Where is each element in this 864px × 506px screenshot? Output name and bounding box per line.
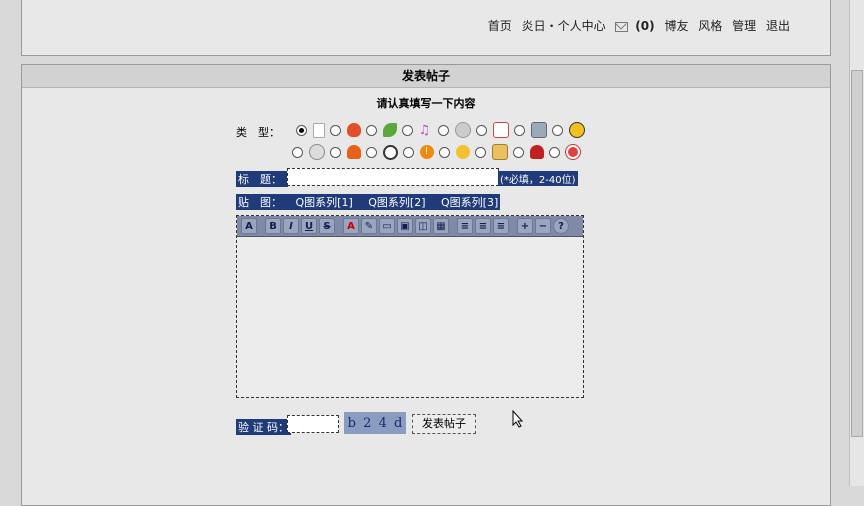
image-link-1[interactable]: Q图系列[1] <box>296 196 353 209</box>
cd-icon <box>454 122 471 138</box>
help-button[interactable]: ? <box>553 218 569 234</box>
play-icon <box>308 144 325 160</box>
vertical-scrollbar[interactable] <box>849 0 864 486</box>
exclamation-icon: ! <box>419 145 434 159</box>
radiation-icon <box>568 122 585 138</box>
editor-text-area[interactable] <box>237 237 583 397</box>
card-icon <box>492 122 509 138</box>
insert-media-button[interactable]: ◫ <box>415 218 431 234</box>
image-label-row: 贴 图： Q图系列[1] Q图系列[2] Q图系列[3] <box>236 194 501 210</box>
nav-user-link[interactable]: 炎日・个人中心 <box>522 19 606 33</box>
type-radio[interactable] <box>403 146 414 158</box>
type-radio[interactable] <box>549 146 560 158</box>
scrollbar-thumb[interactable] <box>851 70 863 437</box>
strike-button[interactable]: S <box>319 218 335 234</box>
type-icons-row-1: ♫ <box>296 122 587 138</box>
insert-box-button[interactable]: ▭ <box>379 218 395 234</box>
lifebuoy-icon <box>565 145 580 159</box>
top-nav: 首页 炎日・个人中心 (0) 博友 风格 管理 退出 <box>482 17 790 34</box>
rose-icon <box>529 145 544 159</box>
bold-button[interactable]: B <box>265 218 281 234</box>
underline-button[interactable]: U <box>301 218 317 234</box>
toolbar-separator <box>337 219 341 233</box>
image-label: 贴 图： <box>238 196 282 209</box>
soccer-icon <box>382 144 398 160</box>
scroll-icon <box>491 144 508 160</box>
toolbar-separator <box>511 219 515 233</box>
editor-toolbar: A B I U S A ✎ ▭ ▣ ◫ ▦ ≡ ≡ ≡ + − ? <box>237 216 583 237</box>
sun-icon <box>455 145 470 159</box>
type-radio-selected[interactable] <box>296 124 307 136</box>
mail-count[interactable]: (0) <box>635 19 654 33</box>
post-panel: 发表帖子 请认真填写一下内容 类 型： ♫ ! 标 题： (*必填，2-40位)… <box>21 64 831 506</box>
insert-image-button[interactable]: ▣ <box>397 218 413 234</box>
font-color-button[interactable]: A <box>343 218 359 234</box>
top-bar: 首页 炎日・个人中心 (0) 博友 风格 管理 退出 <box>21 0 831 56</box>
panel-subtitle: 请认真填写一下内容 <box>376 97 476 110</box>
toolbar-separator <box>259 219 263 233</box>
type-radio[interactable] <box>476 124 487 136</box>
type-radio[interactable] <box>438 124 449 136</box>
type-radio[interactable] <box>402 124 413 136</box>
title-input[interactable] <box>287 168 499 186</box>
captcha-char: 2 <box>363 415 372 431</box>
italic-button[interactable]: I <box>283 218 299 234</box>
align-left-button[interactable]: ≡ <box>457 218 473 234</box>
type-radio[interactable] <box>513 146 524 158</box>
align-right-button[interactable]: ≡ <box>493 218 509 234</box>
heart-icon <box>346 123 361 137</box>
captcha-char: b <box>347 415 356 431</box>
nav-blog-link[interactable]: 博友 <box>664 19 688 33</box>
captcha-image[interactable]: b 2 4 d <box>344 412 406 434</box>
fire-icon <box>346 145 361 159</box>
type-radio[interactable] <box>366 124 377 136</box>
music-icon: ♫ <box>418 123 431 138</box>
type-radio[interactable] <box>292 146 303 158</box>
collapse-button[interactable]: − <box>535 218 551 234</box>
nav-manage-link[interactable]: 管理 <box>732 19 756 33</box>
captcha-char: 4 <box>378 415 387 431</box>
type-radio[interactable] <box>475 146 486 158</box>
type-radio[interactable] <box>330 146 341 158</box>
image-link-3[interactable]: Q图系列[3] <box>441 196 498 209</box>
mail-icon[interactable] <box>615 21 629 32</box>
type-radio[interactable] <box>330 124 341 136</box>
image-link-2[interactable]: Q图系列[2] <box>368 196 425 209</box>
type-radio[interactable] <box>552 124 563 136</box>
content-editor: A B I U S A ✎ ▭ ▣ ◫ ▦ ≡ ≡ ≡ + − ? <box>236 215 584 398</box>
type-radio[interactable] <box>514 124 525 136</box>
type-icons-row-2: ! <box>292 144 582 160</box>
insert-table-button[interactable]: ▦ <box>433 218 449 234</box>
expand-button[interactable]: + <box>517 218 533 234</box>
toolbar-separator <box>451 219 455 233</box>
type-radio[interactable] <box>366 146 377 158</box>
document-icon <box>312 122 325 138</box>
captcha-label: 验 证 码： <box>236 419 291 435</box>
title-label: 标 题： <box>236 171 288 187</box>
captcha-char: d <box>394 415 403 431</box>
captcha-input[interactable] <box>287 415 339 433</box>
align-center-button[interactable]: ≡ <box>475 218 491 234</box>
type-radio[interactable] <box>439 146 450 158</box>
nav-home-link[interactable]: 首页 <box>488 19 512 33</box>
highlight-button[interactable]: ✎ <box>361 218 377 234</box>
nav-style-link[interactable]: 风格 <box>698 19 722 33</box>
submit-post-button[interactable]: 发表帖子 <box>412 414 476 434</box>
title-hint: (*必填，2-40位) <box>498 171 578 186</box>
leaf-icon <box>382 123 397 137</box>
nav-logout-link[interactable]: 退出 <box>766 19 790 33</box>
mouse-cursor-icon <box>512 410 524 428</box>
camera-icon <box>530 122 547 138</box>
type-label: 类 型： <box>236 126 280 139</box>
panel-header: 发表帖子 <box>22 65 830 88</box>
font-size-button[interactable]: A <box>241 218 257 234</box>
